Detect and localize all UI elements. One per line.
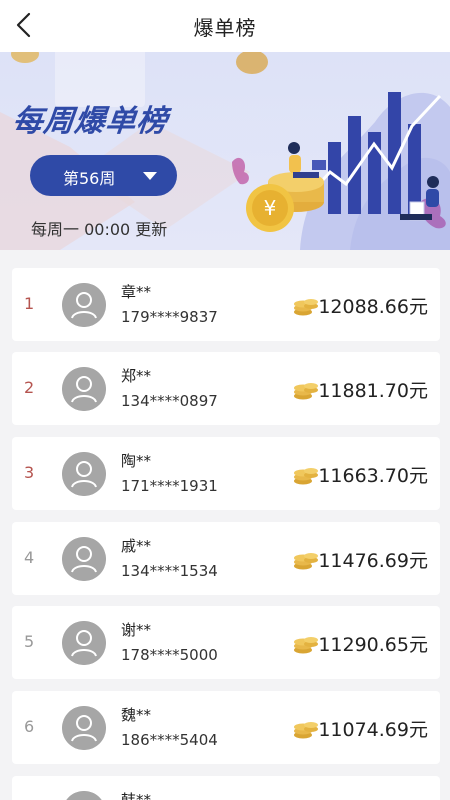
week-selector[interactable]: 第56周	[30, 155, 177, 196]
user-phone: 134****1534	[121, 562, 218, 580]
earnings-amount: 12088.66元	[318, 296, 428, 318]
ranking-row[interactable]: 5 谢** 178****5000 11290.65元	[12, 606, 440, 679]
coin-stack-icon	[294, 637, 318, 654]
rank-number: 5	[24, 632, 35, 651]
ranking-row[interactable]: 6 魏** 186****5404 11074.69元	[12, 691, 440, 764]
user-avatar-icon	[62, 367, 106, 411]
rank-number: 3	[24, 463, 35, 482]
ranking-row[interactable]: 韩**	[12, 776, 440, 800]
rank-number: 6	[24, 717, 35, 736]
user-phone: 179****9837	[121, 308, 218, 326]
coin-stack-icon	[294, 468, 318, 485]
rank-number: 4	[24, 548, 35, 567]
earnings-amount: 11663.70元	[318, 465, 428, 487]
user-name: 魏**	[121, 706, 152, 724]
page-title: 爆单榜	[193, 16, 257, 40]
earnings-amount: 11290.65元	[318, 634, 428, 656]
user-avatar-icon	[62, 706, 106, 750]
earnings-amount: 11074.69元	[318, 719, 428, 741]
user-phone: 171****1931	[121, 477, 218, 495]
week-label: 第56周	[63, 169, 116, 188]
ranking-row[interactable]: 3 陶** 171****1931 11663.70元	[12, 437, 440, 510]
ranking-row[interactable]: 2 郑** 134****0897 11881.70元	[12, 352, 440, 425]
rank-number: 2	[24, 378, 35, 397]
user-name: 章**	[121, 283, 152, 301]
user-phone: 134****0897	[121, 392, 218, 410]
user-avatar-icon	[62, 283, 106, 327]
update-schedule-text: 每周一 00:00 更新	[31, 220, 168, 239]
ranking-row[interactable]: 1 章** 179****9837 12088.66元	[12, 268, 440, 341]
earnings-amount: 11476.69元	[318, 550, 428, 572]
user-phone: 186****5404	[121, 731, 218, 749]
user-avatar-icon	[62, 537, 106, 581]
earnings-amount: 11881.70元	[318, 380, 428, 402]
caret-down-icon	[143, 172, 157, 180]
user-name: 韩**	[121, 791, 152, 800]
svg-text:¥: ¥	[264, 196, 277, 220]
weekly-banner: ¥ 每周爆单榜 第56周 每周一 00:00 更新	[0, 52, 450, 250]
user-avatar-icon	[62, 621, 106, 665]
coin-stack-icon	[294, 299, 318, 316]
user-name: 陶**	[121, 452, 152, 470]
user-name: 戚**	[121, 537, 152, 555]
user-avatar-icon	[62, 791, 106, 800]
rank-number: 1	[24, 294, 35, 313]
ranking-row[interactable]: 4 戚** 134****1534 11476.69元	[12, 522, 440, 595]
user-name: 谢**	[121, 621, 152, 639]
coin-stack-icon	[294, 383, 318, 400]
coin-stack-icon	[294, 722, 318, 739]
user-phone: 178****5000	[121, 646, 218, 664]
banner-title: 每周爆单榜	[10, 104, 170, 139]
user-avatar-icon	[62, 452, 106, 496]
user-name: 郑**	[121, 367, 152, 385]
navigation-bar: 爆单榜	[0, 0, 450, 52]
coin-stack-icon	[294, 553, 318, 570]
